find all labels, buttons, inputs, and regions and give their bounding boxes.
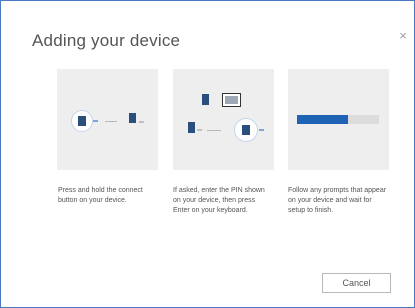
progress-bar-fill bbox=[297, 115, 348, 124]
step-3-illustration bbox=[288, 69, 389, 170]
connection-line bbox=[105, 121, 117, 122]
step-2-illustration bbox=[173, 69, 274, 170]
progress-bar bbox=[297, 115, 379, 124]
connection-line bbox=[207, 130, 221, 131]
step-2-caption: If asked, enter the PIN shown on your de… bbox=[173, 187, 265, 214]
bluetooth-device-icon bbox=[187, 122, 197, 136]
step-1-caption: Press and hold the connect button on you… bbox=[58, 187, 143, 204]
close-icon[interactable]: × bbox=[396, 29, 410, 43]
step-1-illustration bbox=[57, 69, 158, 170]
dialog-title: Adding your device bbox=[32, 31, 181, 50]
add-device-dialog: Adding your device × Press and hold the … bbox=[0, 0, 415, 308]
bluetooth-device-icon bbox=[127, 112, 141, 128]
cancel-button[interactable]: Cancel bbox=[322, 273, 391, 293]
pc-icon bbox=[234, 118, 258, 142]
pc-icon bbox=[71, 110, 93, 132]
bluetooth-device-icon bbox=[201, 94, 211, 108]
step-3-caption: Follow any prompts that appear on your d… bbox=[288, 187, 387, 214]
monitor-icon bbox=[222, 93, 241, 107]
